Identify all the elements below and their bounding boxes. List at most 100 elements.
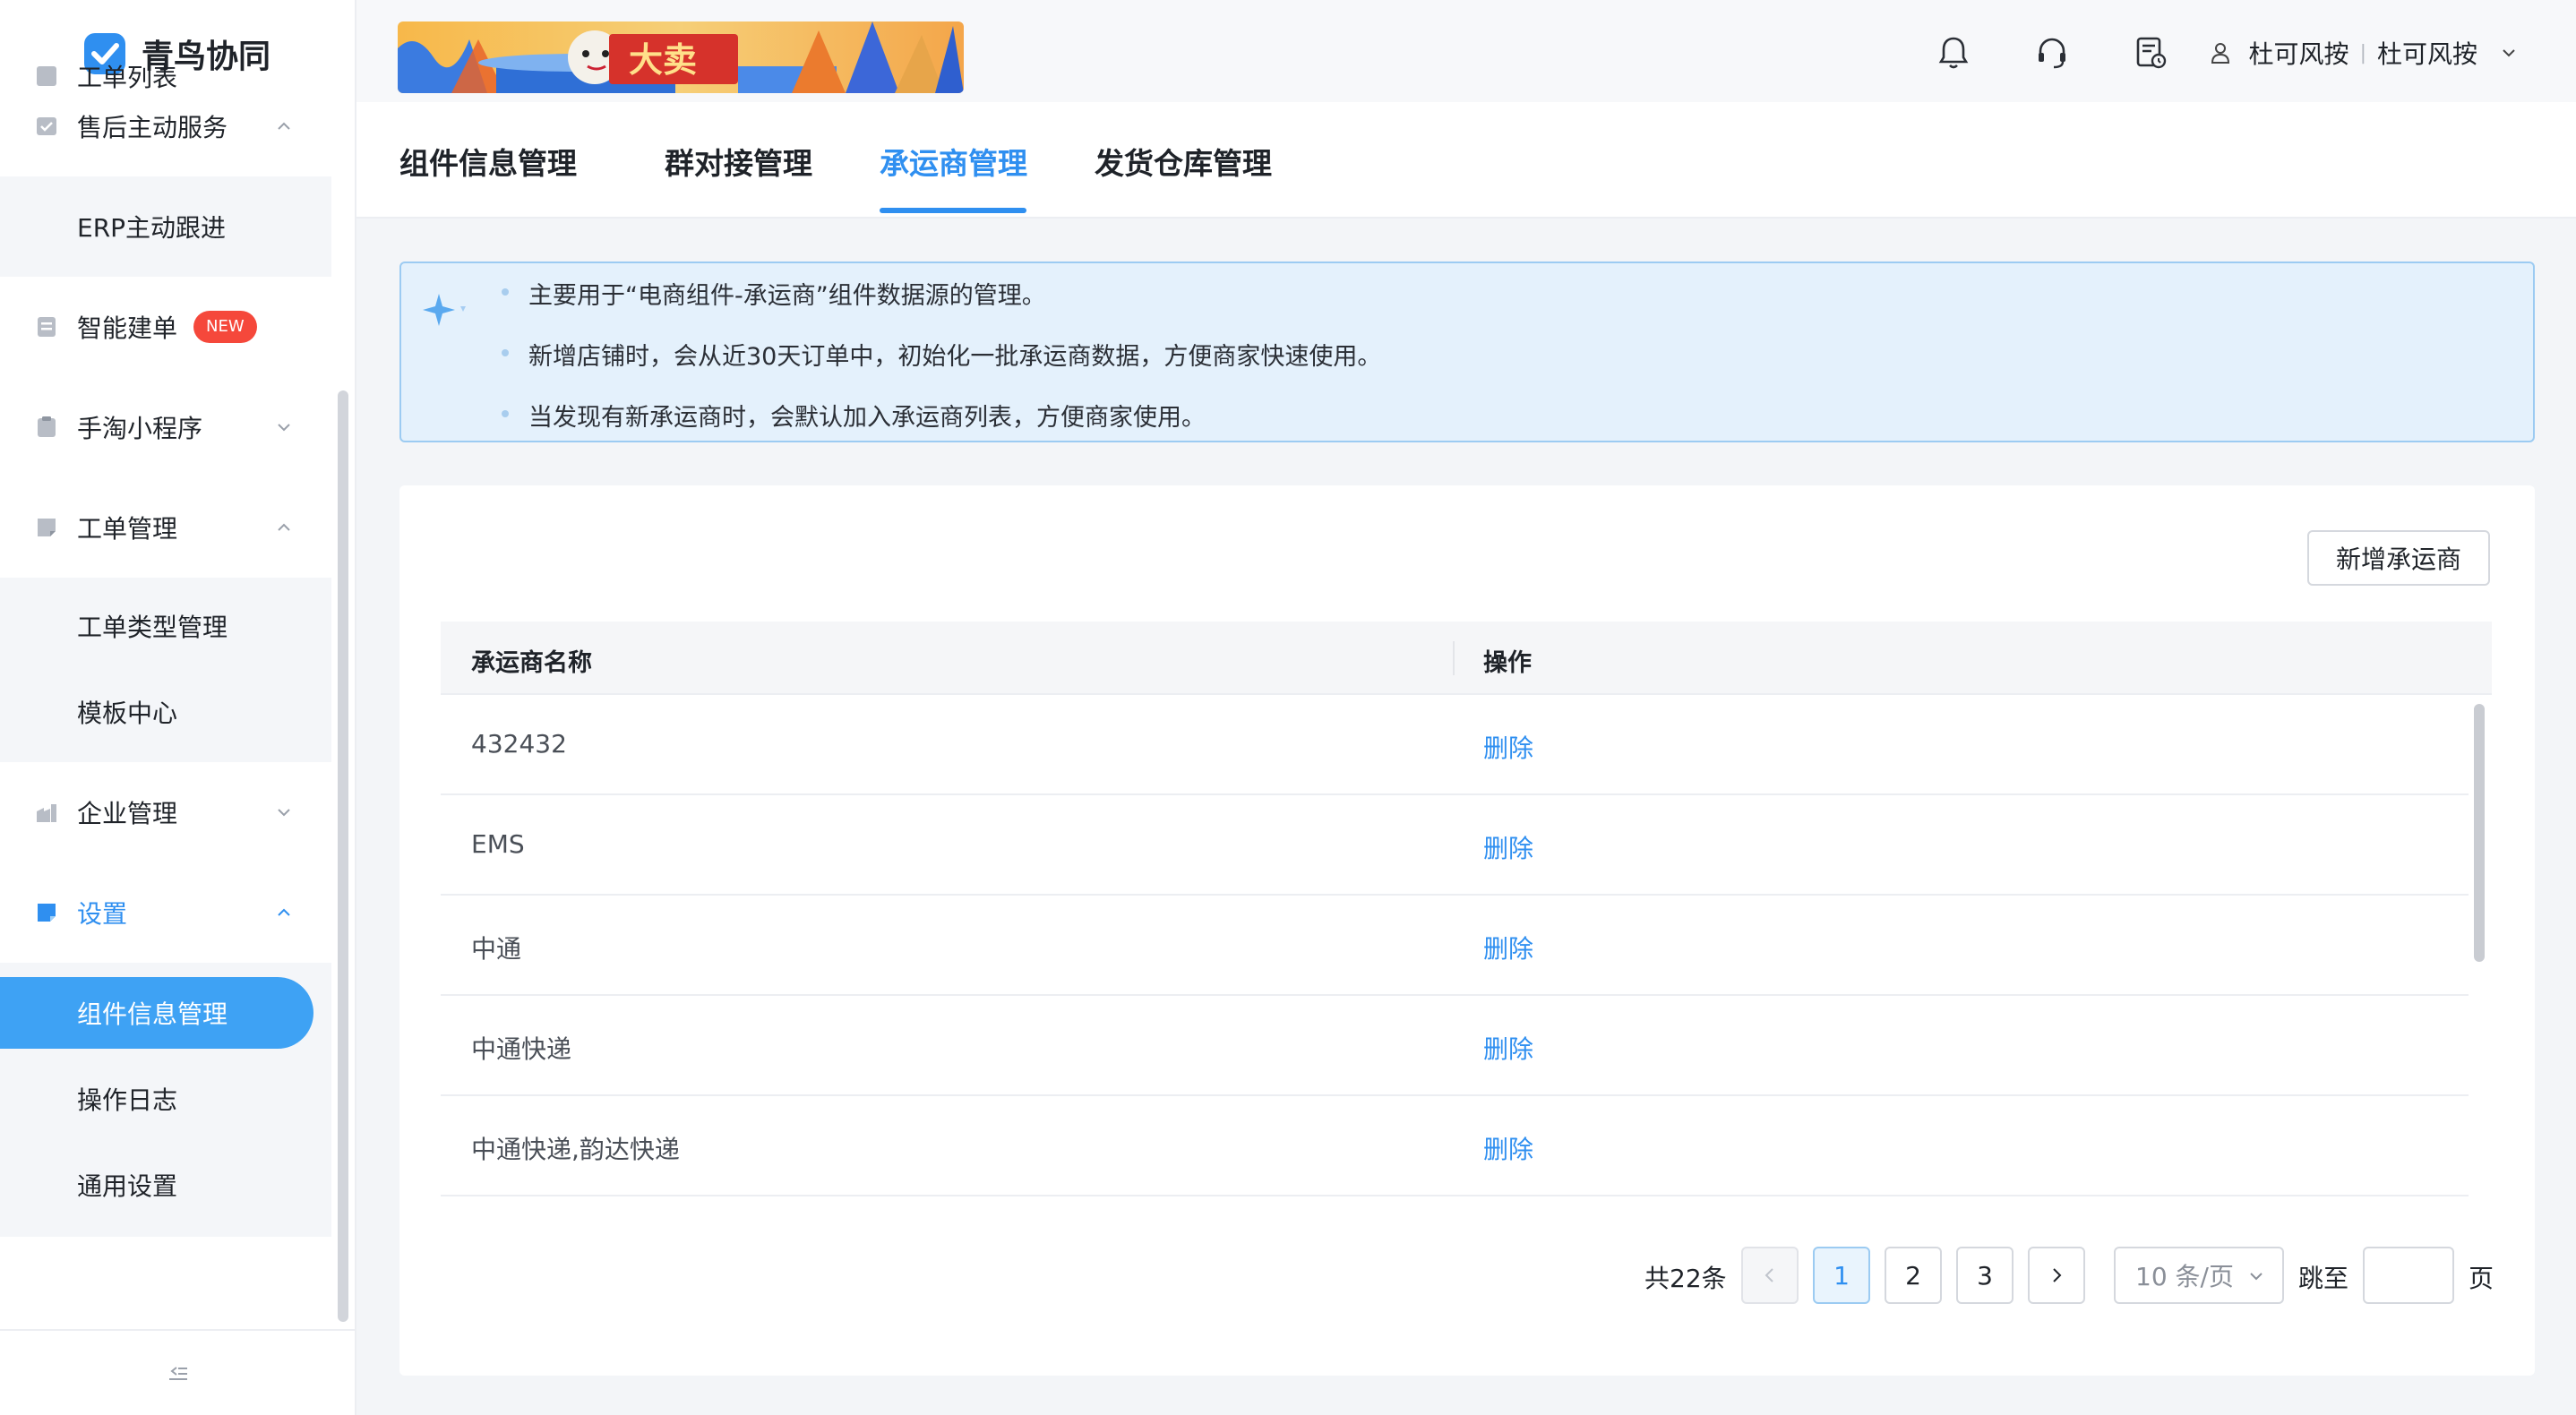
sidebar-item-smart-ticket[interactable]: 智能建单 NEW [0, 277, 331, 377]
sidebar-subgroup-settings: 组件信息管理 操作日志 通用设置 [0, 963, 331, 1237]
headset-support-icon[interactable] [2032, 33, 2072, 73]
chevron-down-icon [278, 424, 290, 432]
pagination-total: 共22条 [1644, 1264, 1727, 1293]
chevron-left-icon [1765, 1268, 1773, 1282]
carrier-name: EMS [471, 829, 525, 859]
chevron-right-icon [2053, 1268, 2062, 1282]
sidebar-item-label: 操作日志 [77, 1085, 178, 1115]
add-carrier-button[interactable]: 新增承运商 [2307, 530, 2490, 586]
sparkle-icon [423, 294, 466, 326]
sidebar-item-label: 智能建单 [77, 313, 178, 343]
info-alert: 主要用于“电商组件-承运商”组件数据源的管理。 新增店铺时，会从近30天订单中，… [399, 262, 2535, 442]
chevron-up-icon [278, 908, 290, 916]
tab-carrier-management[interactable]: 承运商管理 [880, 140, 1027, 183]
sidebar-item-label: 通用设置 [77, 1171, 178, 1201]
sidebar-item-label: 企业管理 [77, 799, 178, 828]
table-row: EMS 删除 [441, 795, 2469, 896]
app-root: 青鸟协同 工单列表 售后主动服务 ERP主动跟进 智能建单 NEW 手淘小程序 … [0, 0, 2576, 1415]
user-icon [2211, 43, 2229, 64]
column-divider [1453, 641, 1455, 675]
top-header: 大卖 杜可风按 | 杜可风按 [356, 0, 2576, 102]
promo-banner-image: 大卖 [398, 21, 964, 93]
page-size-value: 10 条/页 [2135, 1262, 2234, 1291]
delete-link[interactable]: 删除 [1483, 1130, 1533, 1166]
sidebar-item-settings[interactable]: 设置 [0, 862, 331, 963]
tab-warehouse-management[interactable]: 发货仓库管理 [1095, 140, 1272, 183]
delete-link[interactable]: 删除 [1483, 729, 1533, 765]
sidebar-item-label: 手淘小程序 [77, 414, 203, 443]
page-suffix-label: 页 [2469, 1264, 2494, 1293]
sidebar-item-label: 模板中心 [77, 699, 178, 728]
alert-line: 新增店铺时，会从近30天订单中，初始化一批承运商数据，方便商家快速使用。 [528, 343, 1382, 371]
user-menu[interactable]: 杜可风按 | 杜可风按 [2208, 35, 2519, 71]
table-row: 中通 删除 [441, 896, 2469, 996]
delete-link[interactable]: 删除 [1483, 1030, 1533, 1066]
task-schedule-icon[interactable] [2131, 33, 2170, 73]
column-header-actions: 操作 [1483, 649, 1532, 677]
building-icon [34, 800, 59, 825]
sidebar-item-label: 工单管理 [77, 514, 178, 544]
document-icon [34, 314, 59, 339]
chevron-down-icon [278, 809, 290, 817]
page-button-3[interactable]: 3 [1956, 1247, 2014, 1304]
clipboard-icon [34, 415, 59, 440]
active-tab-indicator [880, 208, 1026, 213]
bullet-dot [502, 410, 509, 417]
sidebar-item-label: 组件信息管理 [77, 999, 228, 1029]
user-org: 杜可风按 [2376, 39, 2477, 69]
carrier-name: 中通快递,韵达快递 [471, 1135, 680, 1164]
sidebar-item-after-sales[interactable]: 售后主动服务 [0, 76, 331, 176]
user-separator: | [2359, 41, 2366, 64]
header-actions: 杜可风按 | 杜可风按 [1934, 25, 2519, 81]
sidebar-scrollbar[interactable] [338, 390, 348, 1322]
sidebar-item-ticket-management[interactable]: 工单管理 [0, 477, 331, 578]
carrier-name: 中通 [471, 934, 522, 964]
sidebar-collapse-bar[interactable] [0, 1329, 355, 1415]
ticket-icon [34, 515, 59, 540]
prev-page-button[interactable] [1741, 1247, 1799, 1304]
sidebar-item-component-info[interactable]: 组件信息管理 [0, 977, 313, 1049]
page-size-select[interactable]: 10 条/页 [2114, 1247, 2284, 1304]
chevron-up-icon [278, 122, 290, 130]
chevron-down-icon [2503, 49, 2515, 57]
jump-to-page-input[interactable] [2363, 1247, 2454, 1304]
carrier-name: 432432 [471, 729, 567, 759]
bell-icon[interactable] [1934, 33, 1973, 73]
sidebar-subgroup-after-sales: ERP主动跟进 [0, 176, 331, 277]
delete-link[interactable]: 删除 [1483, 829, 1533, 865]
table-row: 中通快递 删除 [441, 996, 2469, 1096]
table-scrollbar[interactable] [2474, 704, 2485, 962]
checklist-icon [34, 114, 59, 139]
chevron-up-icon [278, 523, 290, 531]
promo-banner-text: 大卖 [629, 40, 697, 80]
sidebar-item-erp-follow[interactable]: ERP主动跟进 [0, 184, 331, 270]
collapse-sidebar-icon[interactable] [166, 1360, 191, 1385]
delete-link[interactable]: 删除 [1483, 930, 1533, 965]
sidebar-item-ticket-types[interactable]: 工单类型管理 [0, 583, 331, 669]
table-row: 中通快递,韵达快递 删除 [441, 1096, 2469, 1196]
page-button-1[interactable]: 1 [1813, 1247, 1870, 1304]
sidebar-item-enterprise[interactable]: 企业管理 [0, 762, 331, 862]
sidebar-item-template-center[interactable]: 模板中心 [0, 669, 331, 755]
alert-line: 主要用于“电商组件-承运商”组件数据源的管理。 [528, 282, 1046, 310]
sidebar-item-mini-program[interactable]: 手淘小程序 [0, 377, 331, 477]
column-header-carrier-name: 承运商名称 [471, 649, 592, 677]
next-page-button[interactable] [2028, 1247, 2085, 1304]
jump-to-label: 跳至 [2298, 1264, 2349, 1293]
bullet-dot [502, 288, 509, 296]
tab-component-info[interactable]: 组件信息管理 [399, 140, 577, 183]
tab-bar: 组件信息管理 群对接管理 承运商管理 发货仓库管理 [356, 102, 2576, 219]
page-button-2[interactable]: 2 [1885, 1247, 1942, 1304]
sidebar: 青鸟协同 工单列表 售后主动服务 ERP主动跟进 智能建单 NEW 手淘小程序 … [0, 0, 356, 1415]
sidebar-item-label: 工单类型管理 [77, 613, 228, 642]
promo-banner[interactable]: 大卖 [398, 21, 964, 93]
new-badge: NEW [193, 311, 257, 343]
sidebar-item-label: 设置 [77, 899, 128, 929]
table-row: 432432 删除 [441, 695, 2469, 795]
sidebar-item-label: ERP主动跟进 [77, 213, 227, 243]
carrier-name: 中通快递 [471, 1034, 572, 1064]
sidebar-item-general-settings[interactable]: 通用设置 [0, 1142, 331, 1228]
bullet-dot [502, 349, 509, 356]
sidebar-item-operation-log[interactable]: 操作日志 [0, 1056, 331, 1142]
tab-group-docking[interactable]: 群对接管理 [665, 140, 812, 183]
